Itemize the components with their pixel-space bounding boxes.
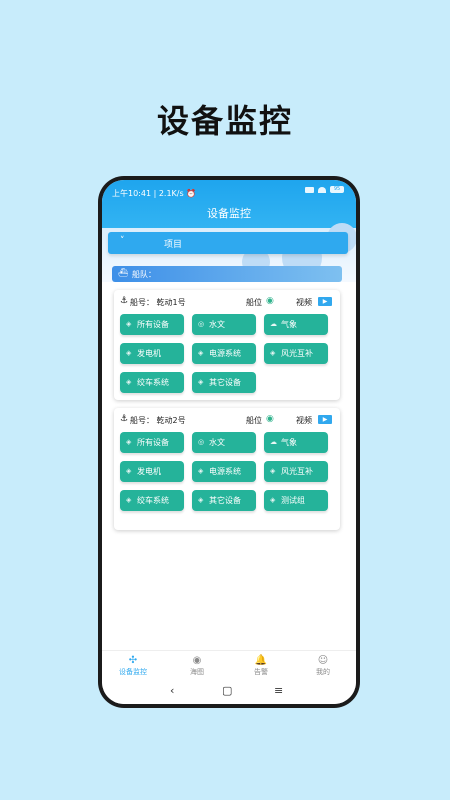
video-label[interactable]: 视频 [296,415,312,426]
anchor-icon: ⚓ [120,414,129,424]
ship-card-header: ⚓ 船号： 乾动1号 船位 ◉ 视频 ▶ [120,296,334,310]
other-devices-button[interactable]: ◈ 其它设备 [192,372,256,393]
button-label: 绞车系统 [137,378,169,387]
wifi-icon [318,186,326,193]
ship-card-1: ⚓ 船号： 乾动1号 船位 ◉ 视频 ▶ ◈ 所有设备 ◎ 水文 ☁ 气象 ◈ 发电机 … [114,290,340,400]
chart-map-icon: ◉ [192,655,202,666]
device-icon: ◈ [126,378,132,386]
tab-mine[interactable]: ☺ 我的 [298,655,348,677]
button-label: 风光互补 [281,467,313,476]
system-nav-bar: ‹ ▢ ≡ [102,682,356,704]
ship-card-2: ⚓ 船号： 乾动2号 船位 ◉ 视频 ▶ ◈ 所有设备 ◎ 水文 ☁ 气象 ◈ 发电机 … [114,408,340,530]
device-icon: ◈ [126,496,132,504]
weather-button[interactable]: ☁ 气象 [264,432,328,453]
power-system-button[interactable]: ◈ 电源系统 [192,343,256,364]
button-label: 所有设备 [137,320,169,329]
status-time: 上午10:41 | 2.1K/s ⏰ [112,189,197,198]
hydrology-button[interactable]: ◎ 水文 [192,432,256,453]
video-play-icon[interactable]: ▶ [318,415,332,424]
user-icon: ☺ [317,655,329,666]
device-icon: ◈ [126,467,132,475]
bottom-tab-bar: ✣ 设备监控 ◉ 海图 🔔 告警 ☺ 我的 [102,650,356,683]
ship-card-header: ⚓ 船号： 乾动2号 船位 ◉ 视频 ▶ [120,414,334,428]
all-devices-button[interactable]: ◈ 所有设备 [120,432,184,453]
location-icon[interactable]: ◉ [266,414,274,424]
tab-sea-chart[interactable]: ◉ 海图 [172,655,222,677]
generator-button[interactable]: ◈ 发电机 [120,461,184,482]
button-label: 发电机 [137,349,161,358]
tab-alarm[interactable]: 🔔 告警 [236,655,286,677]
ship-number: 船号： 乾动2号 [130,416,186,425]
button-label: 测试组 [281,496,305,505]
phone-frame: 上午10:41 | 2.1K/s ⏰ 95 设备监控 ˅ 项目 ⛴ 船队： ⚓ [98,176,360,708]
winch-system-button[interactable]: ◈ 绞车系统 [120,372,184,393]
tab-label: 告警 [254,668,268,676]
button-label: 气象 [281,320,297,329]
status-icons: 95 [305,186,344,193]
winch-system-button[interactable]: ◈ 绞车系统 [120,490,184,511]
other-devices-button[interactable]: ◈ 其它设备 [192,490,256,511]
ship-position-label[interactable]: 船位 [246,297,262,308]
home-icon[interactable]: ▢ [222,684,232,697]
device-icon: ◈ [198,467,204,475]
page-headline: 设备监控 [156,102,293,140]
ship-number: 船号： 乾动1号 [130,298,186,307]
device-icon: ◈ [198,378,204,386]
generator-button[interactable]: ◈ 发电机 [120,343,184,364]
wind-solar-button[interactable]: ◈ 风光互补 [264,461,328,482]
hydrology-icon: ◎ [198,438,205,446]
ship-icon: ⛴ [118,268,129,277]
fleet-label: 船队： [132,270,156,279]
device-icon: ◈ [126,349,132,357]
power-system-button[interactable]: ◈ 电源系统 [192,461,256,482]
device-icon: ◈ [270,349,276,357]
hydrology-button[interactable]: ◎ 水文 [192,314,256,335]
weather-icon: ☁ [270,320,277,328]
wind-solar-button[interactable]: ◈ 风光互补 [264,343,328,364]
button-label: 气象 [281,438,297,447]
tab-label: 设备监控 [119,668,147,676]
back-icon[interactable]: ‹ [170,684,174,697]
device-icon: ◈ [270,496,276,504]
button-label: 风光互补 [281,349,313,358]
ship-position-label[interactable]: 船位 [246,415,262,426]
button-label: 电源系统 [209,467,241,476]
signal-icon [305,186,314,193]
button-label: 发电机 [137,467,161,476]
button-label: 其它设备 [209,496,241,505]
device-monitor-icon: ✣ [128,655,138,666]
hydrology-icon: ◎ [198,320,205,328]
button-label: 水文 [209,438,225,447]
menu-icon[interactable]: ≡ [274,684,283,697]
fleet-bar: ⛴ 船队： [112,266,342,282]
tab-label: 海图 [190,668,204,676]
device-icon: ◈ [126,320,132,328]
bell-icon: 🔔 [254,655,268,666]
tab-device-monitor[interactable]: ✣ 设备监控 [108,655,158,677]
device-icon: ◈ [126,438,132,446]
chevron-down-icon: ˅ [120,236,125,246]
project-selector[interactable]: ˅ 项目 [108,232,348,254]
battery-icon: 95 [330,186,344,193]
button-label: 所有设备 [137,438,169,447]
location-icon[interactable]: ◉ [266,296,274,306]
button-label: 水文 [209,320,225,329]
video-play-icon[interactable]: ▶ [318,297,332,306]
weather-button[interactable]: ☁ 气象 [264,314,328,335]
video-label[interactable]: 视频 [296,297,312,308]
device-icon: ◈ [270,467,276,475]
app-title: 设备监控 [207,207,251,220]
device-icon: ◈ [198,349,204,357]
test-group-button[interactable]: ◈ 测试组 [264,490,328,511]
button-label: 绞车系统 [137,496,169,505]
anchor-icon: ⚓ [120,296,129,306]
weather-icon: ☁ [270,438,277,446]
phone-screen: 上午10:41 | 2.1K/s ⏰ 95 设备监控 ˅ 项目 ⛴ 船队： ⚓ [102,180,356,704]
tab-label: 我的 [316,668,330,676]
button-label: 其它设备 [209,378,241,387]
device-icon: ◈ [198,496,204,504]
all-devices-button[interactable]: ◈ 所有设备 [120,314,184,335]
project-label: 项目 [164,240,183,250]
button-label: 电源系统 [209,349,241,358]
